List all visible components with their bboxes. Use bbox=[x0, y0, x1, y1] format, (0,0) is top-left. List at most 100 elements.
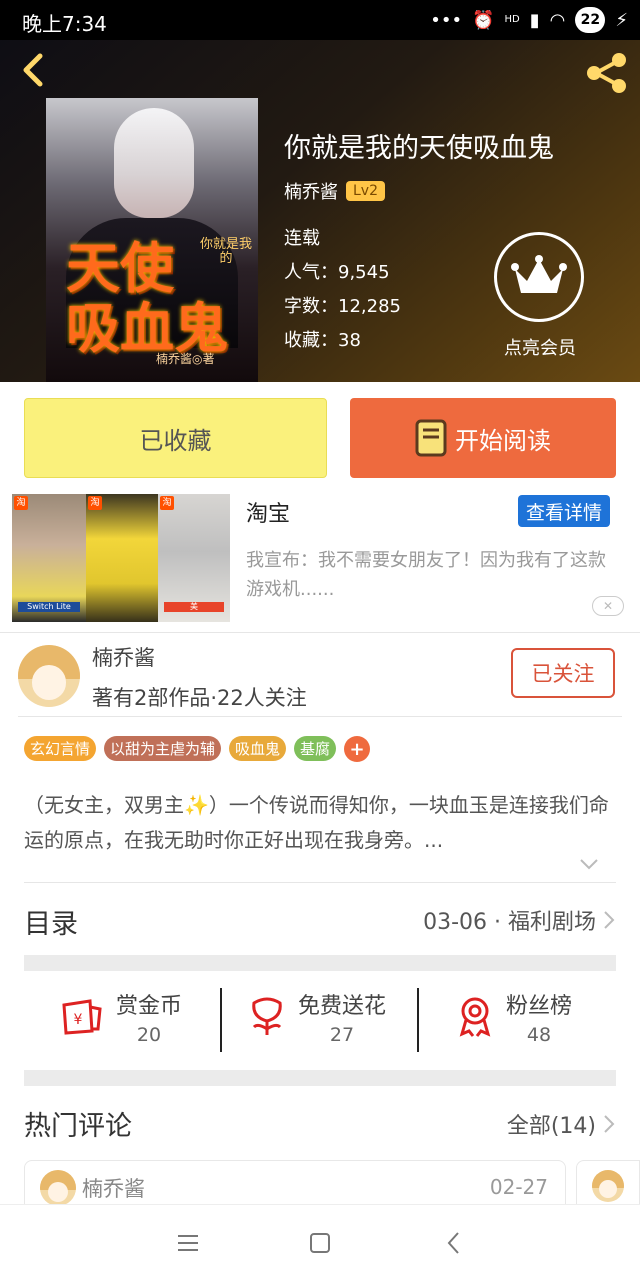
system-back-button[interactable] bbox=[434, 1225, 474, 1261]
reward-divider bbox=[417, 988, 419, 1052]
fan-ranking-count: 48 bbox=[526, 1024, 552, 1046]
tag-chip[interactable]: 基腐 bbox=[294, 736, 337, 761]
divider bbox=[24, 882, 616, 883]
comment-date: 02-27 bbox=[489, 1175, 548, 1199]
book-header: 晚上7:34 ••• ⏰ HD ▮ ◠ 22 ⚡ 天使 吸血鬼 你就是我的 楠乔… bbox=[0, 0, 640, 382]
comments-all-link[interactable]: 全部(14) bbox=[507, 1108, 616, 1140]
wifi-icon: ◠ bbox=[549, 9, 566, 31]
fan-ranking-label: 粉丝榜 bbox=[506, 994, 573, 1019]
more-dots-icon: ••• bbox=[430, 9, 463, 31]
cover-subtitle: 你就是我的 bbox=[199, 237, 252, 266]
chevron-left-icon bbox=[23, 53, 43, 87]
ad-image[interactable]: 淘 Switch Lite 淘 淘 美 bbox=[12, 494, 230, 622]
book-favorites: 收藏：38 bbox=[284, 330, 361, 351]
book-icon bbox=[415, 419, 447, 457]
status-time: 晚上7:34 bbox=[22, 12, 107, 36]
cover-title-line2: 吸血鬼 bbox=[66, 296, 228, 360]
charging-icon: ⚡ bbox=[615, 9, 628, 31]
medal-icon bbox=[459, 997, 491, 1037]
book-status: 连载 bbox=[284, 228, 320, 249]
send-flower-button[interactable]: 免费送花 27 bbox=[248, 988, 386, 1046]
chevron-left-icon bbox=[447, 1232, 459, 1254]
author-avatar[interactable] bbox=[18, 645, 80, 707]
comment-avatar[interactable] bbox=[40, 1170, 76, 1206]
reward-coins-text: 赏金币 20 bbox=[116, 988, 182, 1046]
fan-ranking-text: 粉丝榜 48 bbox=[506, 988, 572, 1046]
start-reading-button[interactable]: 开始阅读 bbox=[350, 398, 616, 478]
send-flower-label: 免费送花 bbox=[298, 994, 387, 1019]
start-reading-label: 开始阅读 bbox=[455, 426, 551, 455]
comment-username[interactable]: 楠乔酱 bbox=[82, 1173, 145, 1203]
toc-latest-chapter[interactable]: 03-06 · 福利剧场 bbox=[423, 904, 616, 936]
add-tag-button[interactable]: + bbox=[344, 736, 371, 762]
tag-chip[interactable]: 玄幻言情 bbox=[24, 736, 97, 761]
reward-coins-count: 20 bbox=[136, 1024, 162, 1046]
book-detail-page: 晚上7:34 ••• ⏰ HD ▮ ◠ 22 ⚡ 天使 吸血鬼 你就是我的 楠乔… bbox=[0, 0, 640, 1280]
close-icon: ✕ bbox=[602, 599, 614, 613]
flower-icon bbox=[252, 997, 282, 1035]
book-word-count: 字数：12,285 bbox=[284, 296, 401, 317]
avatar-face bbox=[31, 664, 67, 700]
book-cover[interactable]: 天使 吸血鬼 你就是我的 楠乔酱◎著 bbox=[46, 98, 258, 382]
comment-avatar[interactable] bbox=[592, 1170, 624, 1202]
ad-panel-3: 淘 美 bbox=[158, 494, 230, 622]
crown-icon bbox=[511, 255, 567, 293]
book-popularity: 人气：9,545 bbox=[284, 262, 390, 283]
book-synopsis[interactable]: （无女主，双男主✨）一个传说而得知你，一块血玉是连接我们命运的原点，在我无助时你… bbox=[24, 788, 618, 858]
ad-panel-2: 淘 bbox=[86, 494, 158, 622]
back-button[interactable] bbox=[14, 50, 54, 90]
book-author-name[interactable]: 楠乔酱 bbox=[284, 178, 338, 204]
avatar-face bbox=[47, 1181, 69, 1202]
send-flower-count: 27 bbox=[329, 1024, 355, 1046]
reward-coins-button[interactable]: ¥ 赏金币 20 bbox=[60, 988, 182, 1046]
network-type: HD bbox=[504, 14, 520, 25]
send-flower-text: 免费送花 27 bbox=[298, 988, 386, 1046]
comments-all-label: 全部(14) bbox=[506, 1114, 596, 1139]
book-author-row[interactable]: 楠乔酱 Lv2 bbox=[284, 178, 385, 204]
share-icon bbox=[587, 53, 626, 93]
membership-button[interactable] bbox=[494, 232, 584, 322]
chevron-right-icon bbox=[604, 911, 615, 929]
ad-title[interactable]: 淘宝 bbox=[246, 496, 290, 528]
ad-close-button[interactable]: ✕ bbox=[592, 596, 624, 616]
chevron-right-icon bbox=[604, 1115, 615, 1133]
menu-button[interactable] bbox=[168, 1225, 208, 1261]
fan-ranking-button[interactable]: 粉丝榜 48 bbox=[456, 988, 572, 1046]
share-button[interactable] bbox=[584, 50, 630, 96]
toc-latest-label: 03-06 · 福利剧场 bbox=[423, 910, 596, 935]
system-nav-bar bbox=[0, 1204, 640, 1280]
membership-label[interactable]: 点亮会员 bbox=[490, 334, 590, 360]
ad-detail-button[interactable]: 查看详情 bbox=[518, 495, 610, 527]
ad-caption-1: Switch Lite bbox=[18, 602, 80, 612]
tag-chip[interactable]: 以甜为主虐为辅 bbox=[104, 736, 222, 761]
author-block-name[interactable]: 楠乔酱 bbox=[92, 642, 155, 672]
ad-caption-3: 美 bbox=[164, 602, 224, 612]
battery-indicator: 22 bbox=[575, 7, 606, 33]
taobao-logo-icon: 淘 bbox=[14, 496, 28, 510]
ad-panel-1: 淘 Switch Lite bbox=[12, 494, 86, 622]
follow-button[interactable]: 已关注 bbox=[511, 648, 615, 698]
author-level-badge: Lv2 bbox=[346, 181, 385, 201]
tag-chip[interactable]: 吸血鬼 bbox=[229, 736, 287, 761]
coin-envelope-icon: ¥ bbox=[62, 999, 102, 1035]
status-bar: 晚上7:34 ••• ⏰ HD ▮ ◠ 22 ⚡ bbox=[0, 0, 640, 40]
cover-author-mark: 楠乔酱◎著 bbox=[156, 352, 215, 366]
book-title: 你就是我的天使吸血鬼 bbox=[284, 133, 554, 164]
cover-character-face bbox=[114, 108, 194, 218]
toc-title[interactable]: 目录 bbox=[24, 902, 78, 941]
home-button[interactable] bbox=[300, 1225, 340, 1261]
author-block-meta: 著有2部作品·22人关注 bbox=[92, 686, 307, 710]
section-separator bbox=[24, 1070, 616, 1086]
section-separator bbox=[24, 955, 616, 971]
divider bbox=[18, 716, 622, 717]
favorited-button[interactable]: 已收藏 bbox=[24, 398, 327, 478]
chevron-down-icon[interactable] bbox=[578, 856, 600, 872]
avatar-face bbox=[599, 1180, 617, 1199]
reward-coins-label: 赏金币 bbox=[116, 994, 183, 1019]
reward-divider bbox=[220, 988, 222, 1052]
taobao-logo-icon: 淘 bbox=[88, 496, 102, 510]
tag-list: 玄幻言情 以甜为主虐为辅 吸血鬼 基腐 + bbox=[24, 736, 371, 762]
divider bbox=[0, 632, 640, 633]
alarm-icon: ⏰ bbox=[472, 9, 495, 31]
ad-description[interactable]: 我宣布：我不需要女朋友了！因为我有了这款游戏机...... bbox=[246, 546, 616, 604]
